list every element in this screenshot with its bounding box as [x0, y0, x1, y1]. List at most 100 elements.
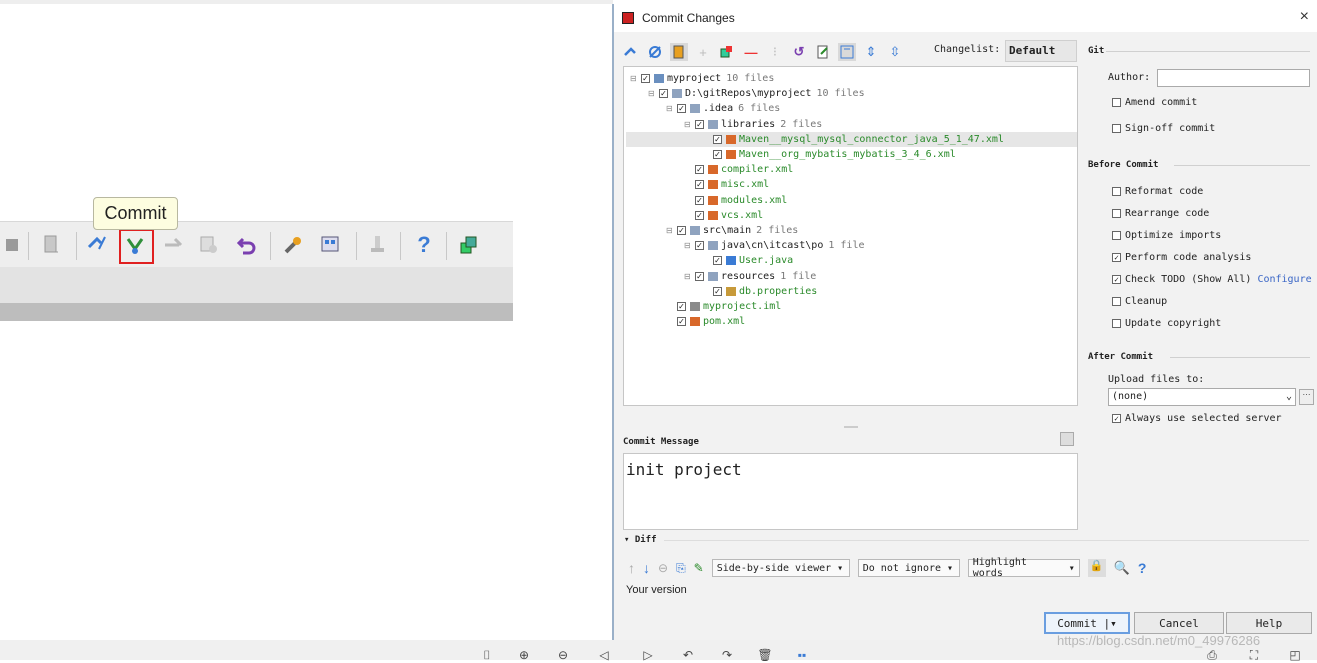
expand-toggle-icon[interactable]: ⊟	[684, 241, 692, 250]
zoom-in-icon[interactable]: ⊕	[517, 648, 531, 662]
tree-row[interactable]: ⊟ ✓ libraries 2 files	[626, 117, 1077, 132]
group-icon[interactable]	[718, 43, 736, 61]
checkbox[interactable]: ✓	[695, 241, 704, 251]
checkbox[interactable]: ✓	[695, 180, 704, 190]
checkbox[interactable]	[1112, 319, 1121, 328]
checkbox[interactable]	[1112, 98, 1121, 107]
project-structure-icon[interactable]	[318, 232, 344, 258]
amend-commit-checkbox[interactable]: Amend commit	[1112, 97, 1197, 108]
expand-toggle-icon[interactable]: ⊟	[630, 74, 638, 83]
diff-viewer-select[interactable]: Side-by-side viewer ▾	[711, 559, 850, 577]
rollback-icon[interactable]: ↺	[790, 43, 808, 61]
highlight-select[interactable]: Highlight words ▾	[967, 557, 1080, 579]
fullscreen-icon[interactable]: ⛶	[1247, 648, 1261, 662]
checkbox[interactable]: ✓	[695, 271, 704, 281]
collapse-all-icon[interactable]: ⇳	[886, 43, 904, 61]
checkbox[interactable]: ✓	[713, 150, 722, 159]
tree-row[interactable]: ⊟ ✓ .idea 6 files	[626, 101, 1077, 116]
checkbox[interactable]: ✓	[677, 317, 686, 327]
prev-diff-icon[interactable]: ↑	[628, 560, 635, 576]
compare-icon[interactable]: ⊖	[658, 561, 668, 575]
message-history-icon[interactable]	[1060, 432, 1074, 446]
expand-toggle-icon[interactable]: ⊟	[666, 104, 674, 113]
always-use-checkbox[interactable]: ✓ Always use selected server	[1112, 413, 1282, 424]
tree-row[interactable]: ✓ pom.xml	[626, 314, 1077, 329]
stop-icon[interactable]	[0, 232, 26, 258]
revert-icon[interactable]	[646, 43, 664, 61]
checkbox[interactable]: ✓	[713, 256, 722, 266]
lock-icon[interactable]: 🔒	[1087, 559, 1106, 577]
tree-row[interactable]: ✓ User.java	[626, 253, 1077, 268]
remove-icon[interactable]: —	[742, 43, 760, 61]
checkbox[interactable]	[1112, 209, 1121, 218]
cancel-button[interactable]: Cancel	[1134, 612, 1224, 634]
tree-row[interactable]: ✓ Maven__mysql_mysql_connector_java_5_1_4…	[626, 131, 1077, 147]
signoff-commit-checkbox[interactable]: Sign-off commit	[1112, 123, 1215, 134]
checkbox[interactable]: ✓	[659, 89, 668, 99]
move-to-changelist-icon[interactable]	[670, 43, 688, 61]
upload-server-select[interactable]: (none) ⌄	[1108, 388, 1296, 406]
checkbox[interactable]: ✓	[677, 302, 686, 311]
tree-row[interactable]: ✓ modules.xml	[626, 193, 1077, 208]
checkbox[interactable]: ✓	[1112, 414, 1121, 423]
add-icon[interactable]: +	[694, 43, 712, 61]
tree-row[interactable]: ✓ db.properties	[626, 284, 1077, 299]
checkbox[interactable]: ✓	[1112, 253, 1121, 262]
checkbox[interactable]	[1112, 124, 1121, 133]
tree-row[interactable]: ✓ misc.xml	[626, 177, 1077, 192]
expand-toggle-icon[interactable]: ⊟	[684, 272, 692, 281]
help-icon[interactable]: ?	[411, 232, 437, 258]
tree-row[interactable]: ⊟ ✓ src\main 2 files	[626, 223, 1077, 238]
before-commit-option[interactable]: Cleanup	[1112, 296, 1167, 307]
before-commit-option[interactable]: Update copyright	[1112, 318, 1221, 329]
window-icon[interactable]: ◰	[1288, 648, 1302, 662]
show-history-icon[interactable]	[196, 232, 222, 258]
vcs-update-icon[interactable]	[84, 232, 110, 258]
fit-icon[interactable]: ⌷	[480, 648, 494, 662]
checkbox[interactable]: ✓	[677, 104, 686, 114]
tree-row[interactable]: ✓ Maven__org_mybatis_mybatis_3_4_6.xml	[626, 147, 1077, 162]
author-input[interactable]	[1157, 69, 1310, 87]
settings-wrench-icon[interactable]	[280, 232, 306, 258]
edit-source-icon[interactable]	[814, 43, 832, 61]
group-by-directory-icon[interactable]	[838, 43, 856, 61]
splitter-handle[interactable]	[844, 426, 858, 428]
expand-toggle-icon[interactable]: ⊟	[648, 89, 656, 98]
checkbox[interactable]: ✓	[695, 119, 704, 129]
jump-to-source-icon[interactable]: ⎘	[676, 561, 686, 576]
whitespace-select[interactable]: Do not ignore ▾	[857, 559, 960, 577]
tree-row[interactable]: ✓ compiler.xml	[626, 162, 1077, 177]
next-icon[interactable]: ▷	[641, 648, 655, 662]
document-icon[interactable]	[38, 232, 64, 258]
tree-row[interactable]: ✓ vcs.xml	[626, 208, 1077, 223]
zoom-out-icon[interactable]: ⊖	[556, 648, 570, 662]
checkbox[interactable]: ✓	[677, 226, 686, 235]
diff-toggle[interactable]: ▾ Diff	[624, 535, 657, 545]
checkbox[interactable]: ✓	[713, 134, 722, 144]
before-commit-option[interactable]: Reformat code	[1112, 186, 1203, 197]
previous-icon[interactable]: ◁	[597, 648, 611, 662]
commit-button[interactable]: Commit |▾	[1044, 612, 1130, 634]
checkbox[interactable]: ✓	[1112, 275, 1121, 284]
expand-all-icon[interactable]: ⇕	[862, 43, 880, 61]
checkbox[interactable]: ✓	[713, 286, 722, 296]
sdk-icon[interactable]	[365, 232, 391, 258]
commit-message-input[interactable]: init project	[623, 453, 1078, 530]
before-commit-option[interactable]: ✓ Perform code analysis	[1112, 252, 1251, 263]
before-commit-option[interactable]: Optimize imports	[1112, 230, 1221, 241]
close-icon[interactable]: ×	[1300, 8, 1309, 26]
expand-toggle-icon[interactable]: ⊟	[666, 226, 674, 235]
next-diff-icon[interactable]: ↓	[643, 560, 650, 576]
tree-row[interactable]: ⊟ ✓ resources 1 file	[626, 269, 1077, 284]
changes-tree[interactable]: ⊟ ✓ myproject 10 files ⊟ ✓ D:\gitRepos\myproje…	[623, 66, 1078, 406]
vcs-share-icon[interactable]	[456, 232, 482, 258]
tree-row[interactable]: ⊟ ✓ java\cn\itcast\po 1 file	[626, 238, 1077, 253]
show-diff-icon[interactable]	[622, 43, 640, 61]
edit-icon[interactable]: ✎	[694, 561, 704, 575]
settings-search-icon[interactable]: 🔍	[1114, 560, 1130, 576]
expand-icon[interactable]: ⁝	[766, 43, 784, 61]
tree-row[interactable]: ⊟ ✓ D:\gitRepos\myproject 10 files	[626, 86, 1077, 101]
checkbox[interactable]: ✓	[641, 74, 650, 83]
tree-row[interactable]: ✓ myproject.iml	[626, 299, 1077, 314]
more-icon[interactable]: ···	[1299, 389, 1314, 405]
